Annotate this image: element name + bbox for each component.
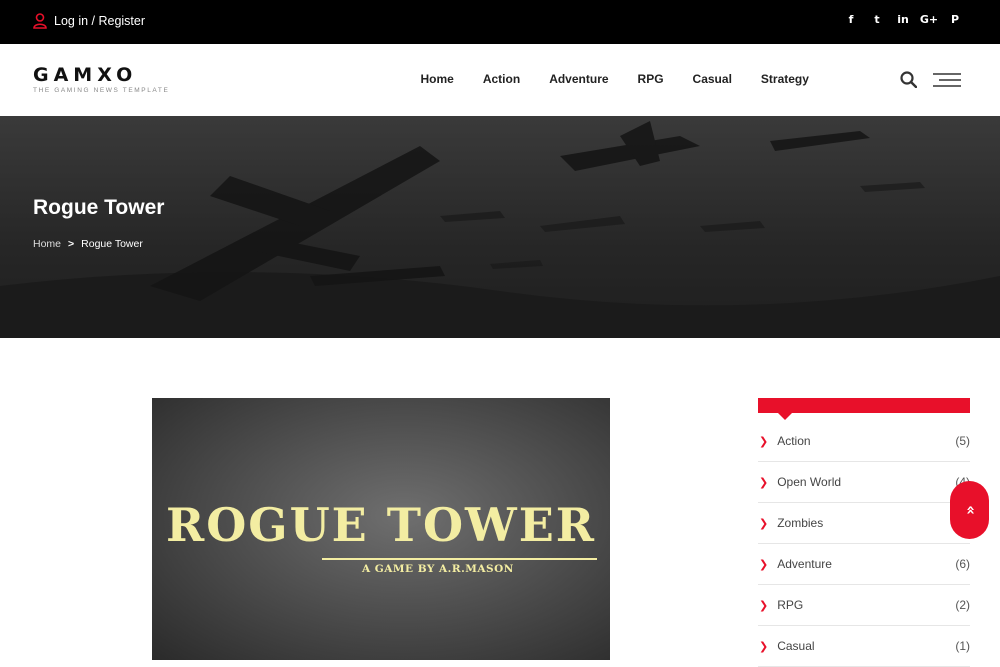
breadcrumb-separator: > <box>68 238 75 250</box>
cover-title: ROGUE TOWER <box>165 498 597 552</box>
nav-item-adventure[interactable]: Adventure <box>549 72 608 86</box>
nav-item-home[interactable]: Home <box>421 72 454 86</box>
category-item-action[interactable]: ❯ Action (5) <box>758 421 970 462</box>
category-label: Open World <box>777 475 842 489</box>
double-chevron-up-icon: » <box>960 505 979 515</box>
chevron-right-icon: ❯ <box>759 639 769 653</box>
category-count: (6) <box>955 557 970 571</box>
nav-item-rpg[interactable]: RPG <box>638 72 664 86</box>
game-cover-image: ROGUE TOWER A GAME BY A.R.MASON <box>152 398 610 660</box>
chevron-right-icon: ❯ <box>759 516 769 530</box>
category-label: RPG <box>777 598 804 612</box>
cover-divider <box>322 558 597 560</box>
breadcrumb: Home > Rogue Tower <box>33 238 143 250</box>
category-count: (5) <box>955 434 970 448</box>
facebook-icon[interactable]: f <box>838 13 864 26</box>
google-plus-icon[interactable]: G+ <box>916 13 942 26</box>
linkedin-icon[interactable]: in <box>890 13 916 26</box>
twitter-icon[interactable]: t <box>864 13 890 26</box>
category-item-open-world[interactable]: ❯ Open World (4) <box>758 462 970 503</box>
category-count: (1) <box>955 639 970 653</box>
category-item-zombies[interactable]: ❯ Zombies <box>758 503 970 544</box>
category-count: (2) <box>955 598 970 612</box>
login-register-link[interactable]: Log in / Register <box>33 13 145 29</box>
chevron-right-icon: ❯ <box>759 434 769 448</box>
site-header: GAMXO THE GAMING NEWS TEMPLATE Home Acti… <box>0 44 1000 116</box>
header-notch <box>778 413 792 420</box>
logo-tagline: THE GAMING NEWS TEMPLATE <box>33 87 170 94</box>
search-icon[interactable] <box>900 71 917 88</box>
nav-item-action[interactable]: Action <box>483 72 520 86</box>
nav-item-strategy[interactable]: Strategy <box>761 72 809 86</box>
sidebar-widget-header <box>758 398 970 420</box>
user-icon <box>33 13 47 29</box>
breadcrumb-current: Rogue Tower <box>81 238 143 250</box>
login-label: Log in / Register <box>54 14 146 28</box>
scroll-to-top-button[interactable]: » <box>950 481 989 539</box>
page-title: Rogue Tower <box>33 196 165 219</box>
banner-background-image <box>0 116 1000 338</box>
category-item-adventure[interactable]: ❯ Adventure (6) <box>758 544 970 585</box>
category-label: Zombies <box>777 516 824 530</box>
pinterest-icon[interactable]: P <box>942 13 968 26</box>
logo-wordmark: GAMXO <box>33 64 138 86</box>
chevron-right-icon: ❯ <box>759 475 769 489</box>
category-item-casual[interactable]: ❯ Casual (1) <box>758 626 970 667</box>
nav-item-casual[interactable]: Casual <box>693 72 732 86</box>
category-list: ❯ Action (5) ❯ Open World (4) ❯ Zombies … <box>758 421 970 667</box>
page-banner: Rogue Tower Home > Rogue Tower <box>0 116 1000 338</box>
breadcrumb-home[interactable]: Home <box>33 238 61 250</box>
category-label: Casual <box>777 639 815 653</box>
chevron-right-icon: ❯ <box>759 598 769 612</box>
site-logo[interactable]: GAMXO THE GAMING NEWS TEMPLATE <box>33 65 169 94</box>
cover-byline: A GAME BY A.R.MASON <box>362 563 514 575</box>
hamburger-menu-icon[interactable] <box>933 73 961 87</box>
top-bar: Log in / Register f t in G+ P <box>0 0 1000 44</box>
main-nav: Home Action Adventure RPG Casual Strateg… <box>406 72 823 86</box>
category-label: Adventure <box>777 557 832 571</box>
category-label: Action <box>777 434 811 448</box>
social-links: f t in G+ P <box>838 13 968 26</box>
category-item-rpg[interactable]: ❯ RPG (2) <box>758 585 970 626</box>
chevron-right-icon: ❯ <box>759 557 769 571</box>
